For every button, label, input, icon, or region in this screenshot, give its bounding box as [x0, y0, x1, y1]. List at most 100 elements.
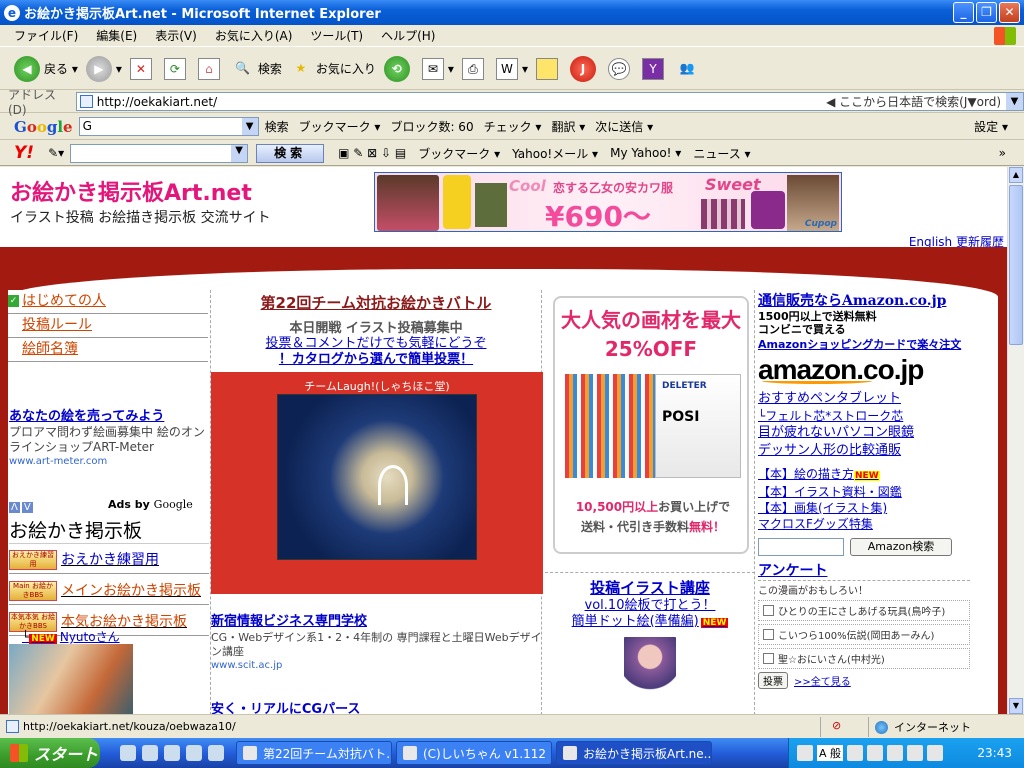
google-settings-button[interactable]: 設定 ▾	[974, 118, 1008, 135]
tray-icon-5[interactable]	[907, 745, 924, 761]
bbs-practice[interactable]: おえかき練習用 おえかき練習用	[9, 548, 209, 574]
google-ad-artmeter[interactable]: あなたの絵を売ってみよう プロアマ問わず絵画募集中 絵のオンラインショップART…	[9, 405, 209, 467]
quicklaunch-icon-1[interactable]	[120, 745, 136, 761]
tray-icon-3[interactable]	[867, 745, 884, 761]
google-translate-button[interactable]: 翻訳 ▾	[551, 118, 585, 135]
contest-artwork[interactable]	[277, 394, 477, 560]
mail-button[interactable]: ✉ ▾	[421, 57, 454, 80]
amazon-link-nibs[interactable]: └フェルト芯*ストローク芯	[758, 408, 970, 424]
tray-icon-2[interactable]	[847, 745, 864, 761]
google-search-button[interactable]: 検索	[265, 118, 289, 135]
lesson-character-image[interactable]	[624, 637, 676, 703]
quicklaunch-icon-2[interactable]	[142, 745, 158, 761]
home-button[interactable]: ⌂	[197, 57, 224, 80]
yahoo-search-input[interactable]: ▼	[70, 143, 249, 163]
new-entry-link[interactable]: └ NEW Nyutoさん	[22, 628, 120, 645]
see-all-link[interactable]: >>全て見る	[794, 673, 851, 688]
history-button[interactable]: ⟲	[383, 55, 414, 82]
poll-option-1[interactable]: ひとりの王にさしあげる玩具(鳥吟子)	[758, 600, 970, 621]
google-bookmark-button[interactable]: ブックマーク ▾	[299, 118, 381, 135]
yahoo-logo[interactable]: Y!	[14, 143, 34, 163]
menu-file[interactable]: ファイル(F)	[14, 27, 78, 44]
ads-by-google[interactable]: Ads by Google	[108, 498, 193, 511]
menu-favorites[interactable]: お気に入り(A)	[215, 27, 293, 44]
quicklaunch-icon-5[interactable]	[208, 745, 224, 761]
art-supplies-ad[interactable]: 大人気の画材を最大25%OFF DELETER POSI 10,500円以上お買い…	[553, 296, 749, 554]
quicklaunch-icon-3[interactable]	[164, 745, 180, 761]
ad-title[interactable]: あなたの絵を売ってみよう	[9, 405, 209, 424]
taskbar-item-1[interactable]: 第22回チーム対抗バト...	[236, 741, 392, 765]
vertical-scrollbar[interactable]: ▲ ▼	[1007, 167, 1024, 714]
taskbar-item-3[interactable]: お絵かき掲示板Art.ne...	[556, 741, 712, 765]
amazon-link-mannequin[interactable]: デッサン人形の比較通販	[758, 442, 970, 460]
refresh-button[interactable]: ⟳	[163, 57, 190, 80]
print-button[interactable]: ⎙	[461, 57, 488, 80]
menu-help[interactable]: ヘルプ(H)	[381, 27, 435, 44]
amazon-title[interactable]: 通信販売ならAmazon.co.jp	[758, 290, 970, 310]
stop-button[interactable]: ✕	[129, 57, 156, 80]
contest-vote-link[interactable]: 投票＆コメントだけでも気軽にどうぞ	[211, 336, 541, 352]
yahoo-news-button[interactable]: ニュース ▾	[693, 145, 750, 162]
amazon-link-glasses[interactable]: 目が疲れないパソコン眼鏡	[758, 424, 970, 442]
forward-button[interactable]: ▶ ▾	[85, 55, 122, 82]
yahoo-search-button[interactable]: 検索	[256, 143, 325, 163]
address-dropdown-icon[interactable]: ▼	[1006, 93, 1023, 110]
contest-catalog-link[interactable]: ！カタログから選んで簡単投票！	[211, 352, 541, 368]
chevron-down-icon[interactable]: ▼	[241, 118, 258, 135]
nav-beginners[interactable]: ✓ はじめての人	[8, 290, 208, 314]
scroll-up-icon[interactable]: ▲	[1009, 167, 1023, 183]
quicklaunch-icon-4[interactable]	[186, 745, 202, 761]
lesson-link-1[interactable]: vol.10絵板で打とう！	[545, 598, 755, 614]
yahoo-bookmark-button[interactable]: ブックマーク ▾	[418, 145, 500, 162]
nav-artists[interactable]: 絵師名簿	[8, 338, 208, 362]
my-yahoo-button[interactable]: My Yahoo! ▾	[610, 146, 681, 160]
bbs-main[interactable]: Main お絵かきBBS メインお絵かき掲示板	[9, 579, 209, 605]
google-logo[interactable]: Google	[14, 118, 73, 136]
restore-button[interactable]: ❐	[976, 2, 997, 23]
amazon-macross-goods[interactable]: マクロスFグッズ特集	[758, 516, 970, 532]
latest-artwork-thumbnail[interactable]	[9, 644, 133, 714]
address-search-hint[interactable]: ◀ ここから日本語で検索(J▼ord)	[826, 93, 1001, 110]
tray-icon-4[interactable]	[887, 745, 904, 761]
tray-icon-6[interactable]	[927, 745, 944, 761]
google-popup-block-count[interactable]: ブロック数: 60	[390, 118, 473, 135]
site-title[interactable]: お絵かき掲示板Art.net	[10, 175, 252, 207]
tray-icon-1[interactable]	[797, 745, 813, 761]
amazon-book-howto[interactable]: 【本】絵の描き方NEW	[758, 466, 970, 484]
address-input[interactable]: http://oekakiart.net/ ◀ ここから日本語で検索(J▼ord…	[75, 92, 1024, 111]
ime-indicator[interactable]: A 般	[817, 745, 844, 761]
nav-rules[interactable]: 投稿ルール	[8, 314, 208, 338]
menu-view[interactable]: 表示(V)	[155, 27, 197, 44]
amazon-search-input[interactable]	[758, 538, 844, 556]
scroll-down-icon[interactable]: ▼	[1009, 698, 1023, 714]
checkbox[interactable]	[763, 653, 774, 664]
chevron-down-icon[interactable]: ▼	[231, 144, 248, 162]
close-button[interactable]: ✕	[999, 2, 1020, 23]
google-send-button[interactable]: 次に送信 ▾	[595, 118, 653, 135]
ad-url[interactable]: www.scit.ac.jp	[211, 660, 543, 671]
vote-button[interactable]: 投票	[758, 672, 788, 689]
yahoo-more-button[interactable]: »	[999, 146, 1006, 160]
clock[interactable]: 23:43	[977, 746, 1012, 760]
ad-title[interactable]: 新宿情報ビジネス専門学校	[211, 610, 543, 629]
google-ad-school[interactable]: 新宿情報ビジネス専門学校 CG・Webデザイン系1・2・4年制の 専門課程と土曜…	[211, 610, 543, 671]
msn-button[interactable]: 👥	[676, 58, 702, 80]
start-button[interactable]: スタート	[0, 738, 100, 768]
menu-tools[interactable]: ツール(T)	[310, 27, 363, 44]
ad-url[interactable]: www.art-meter.com	[9, 456, 209, 467]
search-button[interactable]: 🔍 検索	[232, 58, 282, 80]
popup-blocked-icon[interactable]: ⊘	[832, 719, 841, 732]
google-spellcheck-button[interactable]: チェック ▾	[484, 118, 542, 135]
minimize-button[interactable]: _	[953, 2, 974, 23]
favorites-button[interactable]: ★ お気に入り	[290, 58, 376, 80]
ad-nav-arrows[interactable]: ΛV	[9, 502, 35, 513]
google-ad-cg[interactable]: 安く・リアルにCGパース	[211, 698, 360, 714]
lesson-link-2[interactable]: 簡単ドット絵(準備編) NEW	[545, 614, 755, 631]
yahoo-tool-icons[interactable]: ▣ ✎ ⊠ ⇩ ▤	[338, 146, 406, 160]
poll-option-2[interactable]: こいつら100%伝説(岡田あーみん)	[758, 624, 970, 645]
back-button[interactable]: ◀ 戻る ▾	[14, 55, 78, 82]
menu-edit[interactable]: 編集(E)	[96, 27, 137, 44]
amazon-book-reference[interactable]: 【本】イラスト資料・図鑑	[758, 484, 970, 500]
edit-button[interactable]: W ▾	[495, 57, 528, 80]
amazon-book-artbook[interactable]: 【本】画集(イラスト集)	[758, 500, 970, 516]
